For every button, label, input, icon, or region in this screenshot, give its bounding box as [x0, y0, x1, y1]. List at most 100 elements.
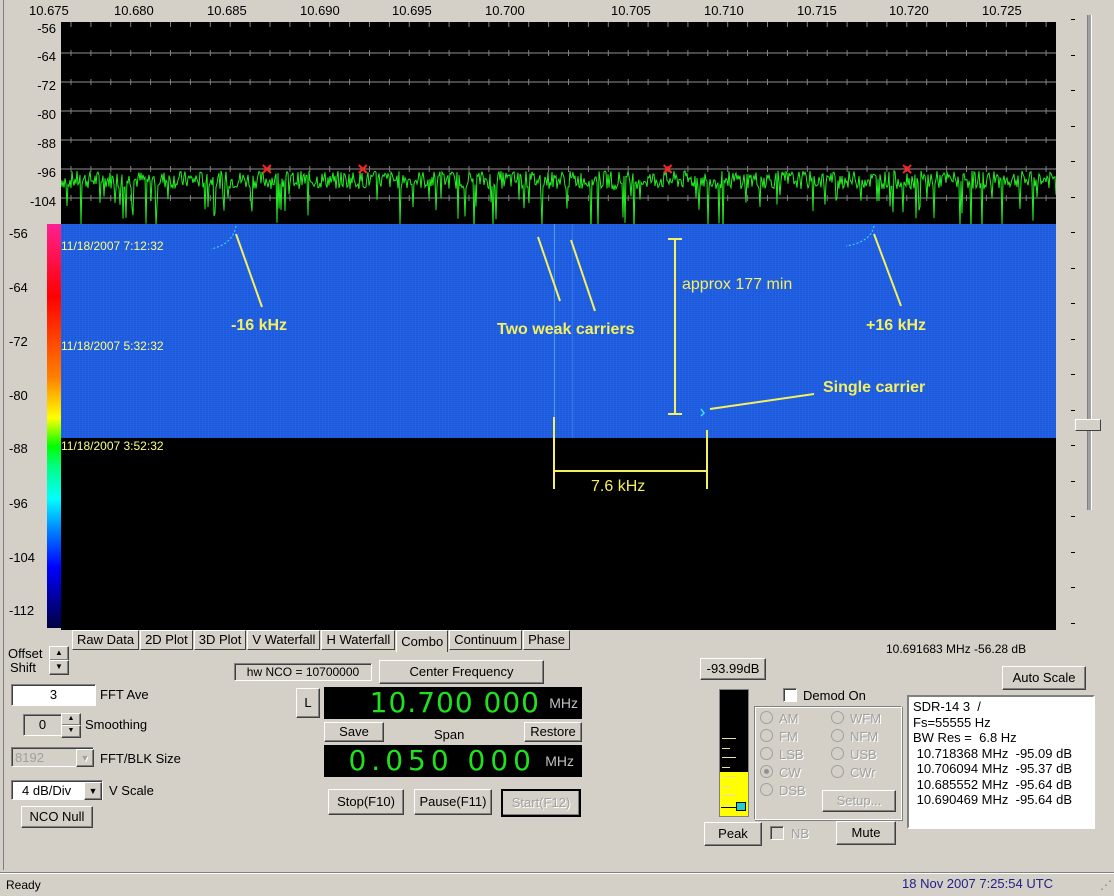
slider-tick — [1071, 196, 1075, 198]
radio-circle-icon — [831, 747, 844, 760]
radio-circle-icon — [760, 747, 773, 760]
info-line: 10.706094 MHz -95.37 dB — [913, 761, 1072, 776]
single-carrier-pointer — [709, 393, 815, 410]
colorbar-tick: -64 — [9, 280, 28, 295]
peak-button[interactable]: Peak — [704, 822, 762, 846]
freq-tick: 10.700 — [485, 3, 525, 18]
waterfall-timestamp: 11/18/2007 3:52:32 — [61, 439, 164, 453]
annotation-7-6-khz: 7.6 kHz — [591, 478, 646, 495]
smoothing-input[interactable]: 0 — [23, 714, 62, 736]
waterfall-colorbar — [47, 224, 61, 628]
center-frequency-display[interactable]: 10.700 000 MHz — [324, 687, 582, 719]
tab-v-waterfall[interactable]: V Waterfall — [247, 630, 321, 650]
slider-tick — [1071, 587, 1075, 588]
meter-tick — [722, 709, 730, 711]
lock-button[interactable]: L — [296, 688, 320, 718]
stop-button[interactable]: Stop(F10) — [328, 789, 404, 815]
tab-2d-plot[interactable]: 2D Plot — [140, 630, 193, 650]
nco-null-button[interactable]: NCO Null — [21, 806, 93, 828]
pause-button[interactable]: Pause(F11) — [414, 789, 492, 815]
shift-down-button[interactable]: ▼ — [49, 660, 69, 675]
mode-radio-wfm[interactable]: WFM — [831, 711, 881, 726]
demod-on-checkbox[interactable] — [783, 688, 797, 702]
meter-tick — [722, 804, 730, 806]
shift-label: Shift — [10, 660, 37, 675]
mode-radio-nfm[interactable]: NFM — [831, 729, 878, 744]
tab-3d-plot[interactable]: 3D Plot — [193, 630, 247, 650]
meter-tick — [722, 785, 730, 787]
slider-tick — [1071, 90, 1075, 91]
mode-radio-fm[interactable]: FM — [760, 729, 798, 744]
slider-tick — [1071, 19, 1075, 20]
slider-tick — [1071, 125, 1075, 127]
tab-raw-data[interactable]: Raw Data — [72, 630, 140, 650]
mode-label: NFM — [850, 729, 879, 744]
meter-tick — [722, 766, 730, 768]
plus16-pointer — [873, 233, 902, 307]
colorbar-tick: -80 — [9, 388, 28, 403]
center-frequency-button[interactable]: Center Frequency — [379, 660, 544, 684]
info-line: Fs=55555 Hz — [913, 714, 991, 730]
waterfall-plot[interactable]: 11/18/2007 7:12:32 11/18/2007 5:32:32 11… — [61, 224, 1056, 630]
offset-label: Offset — [8, 646, 43, 661]
mode-radio-cwr[interactable]: CWr — [831, 765, 876, 780]
colorbar-tick: -112 — [9, 603, 35, 618]
db-tick: -88 — [37, 136, 56, 151]
slider-tick — [1071, 516, 1075, 517]
tab-continuum[interactable]: Continuum — [449, 630, 523, 650]
spectrum-plot[interactable] — [61, 22, 1056, 224]
colorbar-tick: -88 — [9, 441, 28, 456]
mode-radio-dsb[interactable]: DSB — [760, 783, 806, 798]
start-button[interactable]: Start(F12) — [501, 789, 581, 817]
setup-button[interactable]: Setup... — [822, 790, 896, 812]
mode-label: DSB — [779, 783, 806, 798]
slider-tick — [1071, 338, 1075, 340]
demod-on-label: Demod On — [803, 688, 866, 703]
save-button[interactable]: Save — [324, 722, 384, 742]
colorbar-tick: -72 — [9, 334, 28, 349]
meter-tick — [722, 757, 736, 758]
mode-radio-lsb[interactable]: LSB — [760, 747, 804, 762]
fft-blk-dropdown-button[interactable]: ▼ — [76, 749, 94, 767]
annotation-layer — [210, 225, 902, 489]
offset-up-button[interactable]: ▲ — [49, 646, 69, 661]
span-display[interactable]: 0.050 000 MHz — [324, 745, 582, 777]
meter-tick — [722, 776, 736, 777]
smoothing-down-button[interactable]: ▼ — [61, 725, 81, 738]
tab-combo[interactable]: Combo — [396, 630, 449, 652]
slider-track[interactable] — [1087, 15, 1092, 510]
slider-tick — [1071, 480, 1075, 482]
meter-tick — [722, 795, 736, 796]
slider-tick — [1071, 54, 1075, 56]
mute-button[interactable]: Mute — [836, 821, 896, 845]
annotation-two-weak-carriers: Two weak carriers — [497, 321, 635, 338]
info-line: BW Res = 6.8 Hz — [913, 730, 1017, 745]
mode-radio-am[interactable]: AM — [760, 711, 799, 726]
slider-thumb[interactable] — [1075, 419, 1101, 431]
freq-tick: 10.690 — [300, 3, 340, 18]
radio-circle-icon — [760, 711, 773, 724]
signal-level-button[interactable]: -93.99dB — [700, 658, 766, 680]
auto-scale-button[interactable]: Auto Scale — [1002, 666, 1086, 690]
mode-label: WFM — [850, 711, 882, 726]
slider-tick — [1071, 232, 1075, 233]
nb-label: NB — [791, 826, 810, 841]
slider-tick — [1071, 161, 1075, 162]
nb-checkbox[interactable] — [770, 826, 784, 840]
vscale-dropdown-button[interactable]: ▼ — [84, 782, 102, 800]
cursor-readout: 10.691683 MHz -56.28 dB — [886, 642, 1027, 656]
view-tabs: Raw Data 2D Plot 3D Plot V Waterfall H Water… — [72, 630, 571, 652]
mode-radio-usb[interactable]: USB — [831, 747, 877, 762]
minus16-signal-arc — [210, 225, 237, 250]
tab-phase[interactable]: Phase — [523, 630, 570, 650]
tab-h-waterfall[interactable]: H Waterfall — [321, 630, 396, 650]
slider-tick — [1071, 374, 1075, 375]
slider-tick — [1071, 303, 1075, 304]
mode-radio-cw[interactable]: CW — [760, 765, 801, 780]
restore-button[interactable]: Restore — [524, 722, 582, 742]
resize-grip-icon[interactable]: ⋰ — [1100, 878, 1112, 892]
fft-ave-input[interactable]: 3 — [11, 684, 96, 706]
slider-tick — [1071, 409, 1075, 411]
signal-meter-indicator-line — [721, 807, 736, 808]
status-bar-divider — [0, 872, 1114, 874]
